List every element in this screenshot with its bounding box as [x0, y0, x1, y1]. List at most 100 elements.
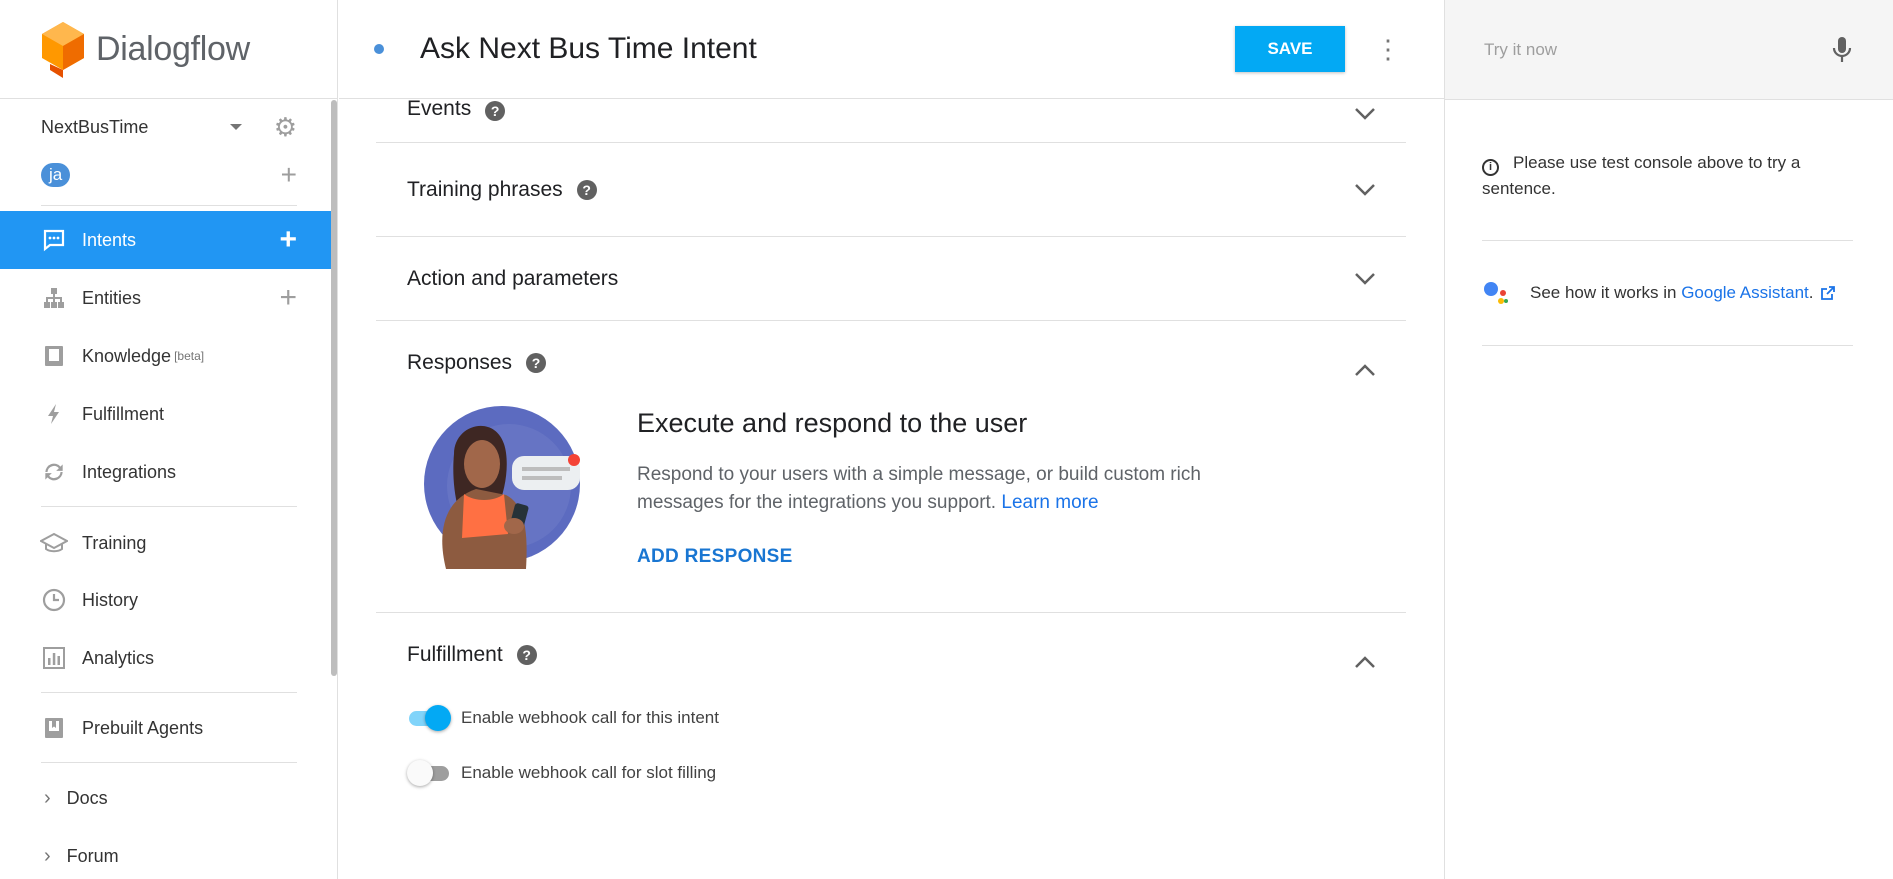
responses-heading: Execute and respond to the user — [637, 408, 1028, 438]
try-it-input[interactable] — [1484, 39, 1831, 60]
webhook-slot-row: Enable webhook call for slot filling — [407, 760, 716, 786]
webhook-intent-label: Enable webhook call for this intent — [461, 708, 719, 727]
logo[interactable]: Dialogflow — [0, 0, 337, 99]
add-intent-icon[interactable]: + — [279, 225, 297, 255]
add-entity-icon[interactable]: + — [279, 283, 297, 313]
sidebar-item-label: Analytics — [82, 647, 155, 668]
divider — [41, 205, 297, 206]
section-action-parameters[interactable]: Action and parameters — [376, 237, 1406, 321]
graduation-cap-icon — [40, 529, 68, 557]
section-title: Action and parameters — [407, 266, 619, 290]
agent-selector[interactable]: NextBusTime ⚙ — [0, 99, 337, 155]
test-console: iPlease use test console above to try a … — [1444, 0, 1893, 879]
sidebar-item-fulfillment[interactable]: Fulfillment — [0, 385, 337, 443]
webhook-intent-toggle[interactable] — [407, 705, 451, 731]
section-training-phrases[interactable]: Training phrases ? — [376, 143, 1406, 237]
sync-icon — [40, 458, 68, 486]
sidebar-item-analytics[interactable]: Analytics — [0, 629, 337, 687]
language-chip[interactable]: ja — [41, 163, 71, 187]
try-it-bar — [1445, 0, 1893, 100]
add-language-icon[interactable]: + — [281, 161, 297, 189]
app-name: Dialogflow — [96, 29, 250, 68]
info-icon: i — [1482, 158, 1499, 176]
sidebar-scrollbar[interactable] — [331, 100, 337, 676]
test-console-info: i Please use test console above to try a … — [1482, 150, 1853, 241]
chevron-up-icon[interactable] — [1354, 655, 1376, 669]
sidebar-item-label: History — [82, 589, 139, 610]
section-title: Training phrases — [407, 177, 563, 201]
chevron-down-icon[interactable] — [1354, 272, 1376, 286]
bar-chart-icon — [40, 644, 68, 672]
sidebar-item-label: Intents — [82, 229, 137, 250]
clock-icon — [40, 586, 68, 614]
responses-illustration — [424, 406, 580, 569]
chevron-down-icon[interactable] — [1354, 107, 1376, 121]
info-text: Please use test console above to try a s… — [1482, 153, 1801, 198]
sidebar: Dialogflow NextBusTime ⚙ ja + Intents + … — [0, 0, 338, 879]
sidebar-item-knowledge[interactable]: Knowledge [beta] — [0, 327, 337, 385]
status-dot — [374, 44, 384, 54]
webhook-slot-toggle[interactable] — [407, 760, 451, 786]
external-link-icon[interactable] — [1820, 285, 1836, 301]
section-title: Events — [407, 97, 472, 120]
help-icon[interactable]: ? — [576, 179, 597, 200]
gear-icon[interactable]: ⚙ — [274, 114, 297, 140]
chat-bubble-icon — [40, 226, 68, 254]
section-title: Responses — [407, 351, 513, 374]
divider — [41, 762, 297, 763]
google-assistant-icon — [1484, 282, 1508, 304]
sidebar-item-label: Fulfillment — [82, 403, 165, 424]
learn-more-link[interactable]: Learn more — [1001, 492, 1098, 513]
agent-name: NextBusTime — [41, 116, 149, 137]
assistant-prefix: See how it works in — [1530, 283, 1677, 302]
sidebar-item-forum[interactable]: › Forum — [0, 827, 337, 879]
sidebar-item-entities[interactable]: Entities + — [0, 269, 337, 327]
dropdown-caret-icon[interactable] — [229, 124, 242, 130]
microphone-icon[interactable] — [1831, 36, 1853, 64]
language-row: ja + — [0, 155, 337, 195]
chevron-right-icon: › — [44, 844, 51, 867]
help-icon[interactable]: ? — [516, 645, 537, 665]
sidebar-item-label: Knowledge — [82, 345, 172, 366]
assistant-suffix: . — [1808, 283, 1814, 302]
sidebar-item-prebuilt-agents[interactable]: Prebuilt Agents — [0, 699, 337, 757]
google-assistant-link[interactable]: Google Assistant — [1681, 283, 1809, 303]
add-response-button[interactable]: ADD RESPONSE — [637, 546, 793, 568]
divider — [41, 692, 297, 693]
sidebar-item-history[interactable]: History — [0, 571, 337, 629]
google-assistant-promo: See how it works in Google Assistant. — [1482, 241, 1853, 346]
sidebar-item-label: Docs — [66, 787, 108, 808]
save-button[interactable]: SAVE — [1235, 26, 1345, 72]
sidebar-item-label: Forum — [66, 845, 119, 866]
divider — [41, 506, 297, 507]
section-title: Fulfillment — [407, 643, 503, 666]
sidebar-item-intents[interactable]: Intents + — [0, 211, 337, 269]
beta-badge: [beta] — [174, 349, 205, 363]
responses-description: Respond to your users with a simple mess… — [637, 461, 1257, 517]
intent-editor: Ask Next Bus Time Intent SAVE ⋮ Events ?… — [339, 0, 1444, 879]
sidebar-item-docs[interactable]: › Docs — [0, 769, 337, 827]
responses-description-text: Respond to your users with a simple mess… — [637, 464, 1201, 513]
dialogflow-logo-icon — [42, 22, 84, 78]
page-title[interactable]: Ask Next Bus Time Intent — [420, 32, 1235, 66]
chevron-right-icon: › — [44, 786, 51, 809]
sidebar-item-label: Entities — [82, 287, 142, 308]
sidebar-item-label: Prebuilt Agents — [82, 717, 204, 738]
sidebar-item-label: Integrations — [82, 461, 177, 482]
section-fulfillment: Fulfillment ? — [376, 613, 1406, 879]
more-options-icon[interactable]: ⋮ — [1375, 36, 1401, 62]
prebuilt-book-icon — [40, 714, 68, 742]
help-icon[interactable]: ? — [485, 101, 506, 121]
chevron-down-icon[interactable] — [1354, 183, 1376, 197]
intent-header: Ask Next Bus Time Intent SAVE ⋮ — [339, 0, 1444, 99]
book-icon — [40, 342, 68, 370]
help-icon[interactable]: ? — [526, 353, 547, 373]
chevron-up-icon[interactable] — [1354, 363, 1376, 377]
sidebar-item-label: Training — [82, 532, 147, 553]
sidebar-item-integrations[interactable]: Integrations — [0, 443, 337, 501]
webhook-slot-label: Enable webhook call for slot filling — [461, 763, 717, 782]
sidebar-item-training[interactable]: Training — [0, 515, 337, 571]
lightning-icon — [40, 400, 68, 428]
hierarchy-icon — [40, 284, 68, 312]
webhook-intent-row: Enable webhook call for this intent — [407, 705, 719, 731]
